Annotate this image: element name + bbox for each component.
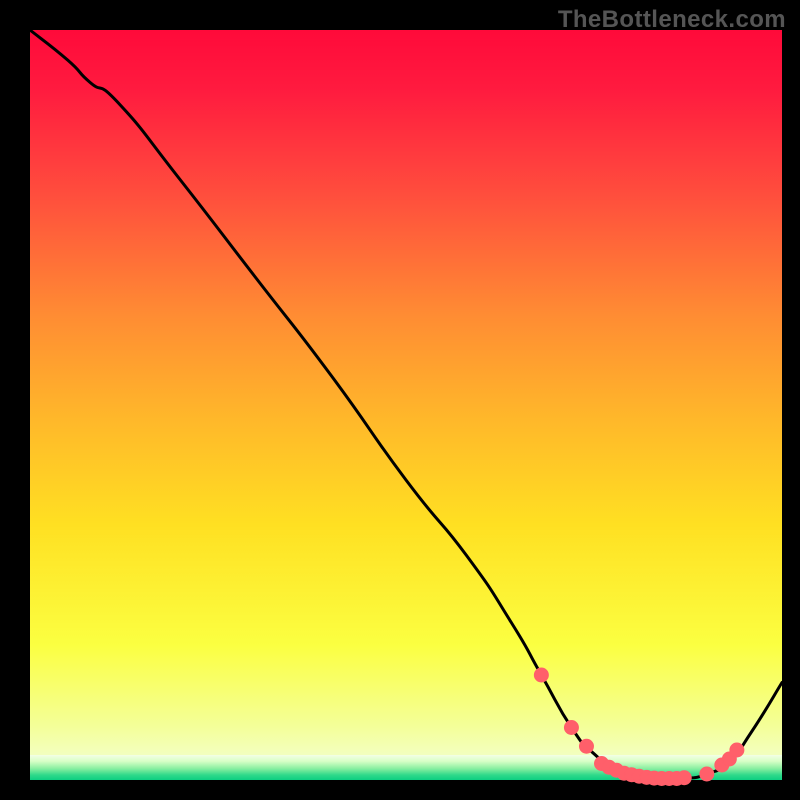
plot-gradient-fill [30, 30, 782, 780]
border-right [782, 0, 800, 800]
plot-area [30, 30, 782, 780]
data-marker [700, 767, 714, 781]
border-left [0, 0, 30, 800]
data-marker [677, 771, 691, 785]
attribution-text: TheBottleneck.com [558, 6, 786, 34]
data-marker [564, 721, 578, 735]
data-marker [730, 743, 744, 757]
data-marker [534, 668, 548, 682]
chart-svg [0, 0, 800, 800]
chart-stage: TheBottleneck.com [0, 0, 800, 800]
data-marker [579, 739, 593, 753]
